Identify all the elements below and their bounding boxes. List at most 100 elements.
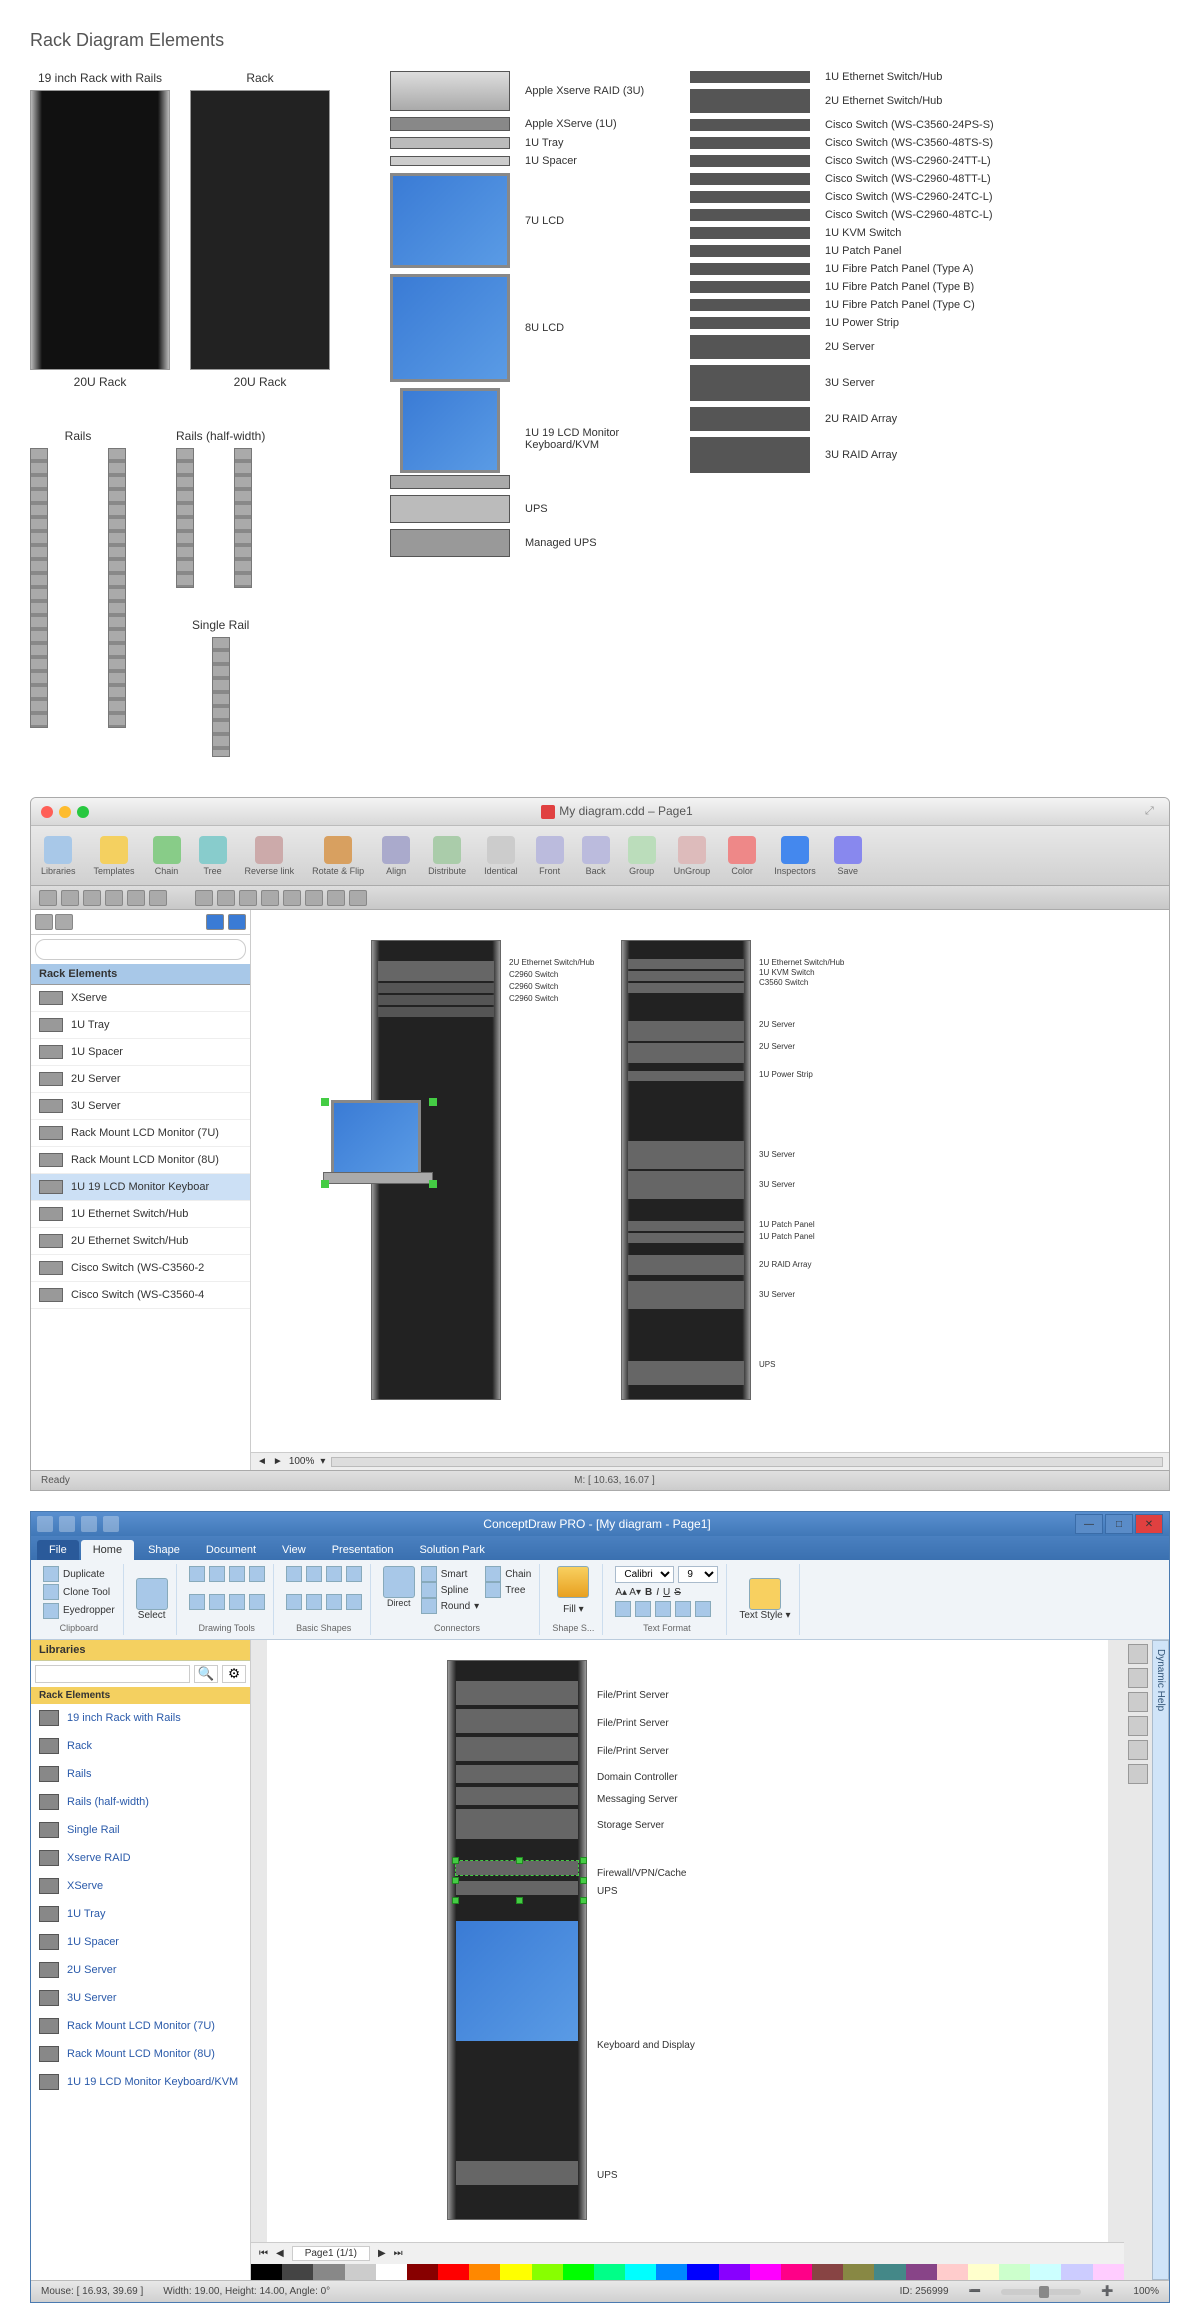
chain-icon[interactable]: [485, 1566, 501, 1582]
search-button[interactable]: 🔍: [194, 1665, 218, 1683]
shape-icon[interactable]: [229, 1594, 245, 1610]
sidebar-item[interactable]: Rack Mount LCD Monitor (7U): [31, 1120, 250, 1147]
color-swatch[interactable]: [625, 2264, 656, 2280]
tool-icon[interactable]: [149, 890, 167, 906]
shape-icon[interactable]: [326, 1566, 342, 1582]
color-swatch[interactable]: [282, 2264, 313, 2280]
duplicate-icon[interactable]: [43, 1566, 59, 1582]
shape-icon[interactable]: [209, 1594, 225, 1610]
shape-icon[interactable]: [286, 1594, 302, 1610]
toolbar-ungroup-icon[interactable]: [678, 836, 706, 864]
fullscreen-icon[interactable]: ⤢: [1145, 805, 1159, 819]
tool-icon[interactable]: [1128, 1764, 1148, 1784]
sidebar-item[interactable]: 1U Ethernet Switch/Hub: [31, 1201, 250, 1228]
library-search[interactable]: [35, 1665, 190, 1683]
eyedropper-icon[interactable]: [43, 1603, 59, 1619]
toolbar-reverselink-icon[interactable]: [255, 836, 283, 864]
list-icon[interactable]: [206, 914, 224, 930]
tool-icon[interactable]: [327, 890, 345, 906]
tool-icon[interactable]: [305, 890, 323, 906]
close-button[interactable]: ✕: [1135, 1514, 1163, 1534]
toolbar-libraries-icon[interactable]: [44, 836, 72, 864]
panel-icon[interactable]: [55, 914, 73, 930]
tool-icon[interactable]: [127, 890, 145, 906]
color-swatch[interactable]: [656, 2264, 687, 2280]
sidebar-item[interactable]: 1U 19 LCD Monitor Keyboar: [31, 1174, 250, 1201]
sidebar-item[interactable]: 1U Spacer: [31, 1039, 250, 1066]
shape-icon[interactable]: [229, 1566, 245, 1582]
toolbar-color-icon[interactable]: [728, 836, 756, 864]
toolbar-front-icon[interactable]: [536, 836, 564, 864]
tab-home[interactable]: Home: [81, 1540, 134, 1560]
color-swatch[interactable]: [1030, 2264, 1061, 2280]
tab-document[interactable]: Document: [194, 1540, 268, 1560]
align-icon[interactable]: [655, 1601, 671, 1617]
library-item[interactable]: 1U Spacer: [31, 1928, 250, 1956]
tool-icon[interactable]: [61, 890, 79, 906]
tool-icon[interactable]: [195, 890, 213, 906]
sidebar-item[interactable]: 3U Server: [31, 1093, 250, 1120]
library-item[interactable]: 3U Server: [31, 1984, 250, 2012]
shape-icon[interactable]: [326, 1594, 342, 1610]
color-swatch[interactable]: [500, 2264, 531, 2280]
color-swatch[interactable]: [812, 2264, 843, 2280]
color-swatch[interactable]: [563, 2264, 594, 2280]
color-swatch[interactable]: [687, 2264, 718, 2280]
toolbar-chain-icon[interactable]: [153, 836, 181, 864]
color-swatch[interactable]: [906, 2264, 937, 2280]
shape-icon[interactable]: [346, 1566, 362, 1582]
page-indicator[interactable]: Page1 (1/1): [292, 2246, 370, 2261]
tab-shape[interactable]: Shape: [136, 1540, 192, 1560]
dynamic-help-tab[interactable]: Dynamic Help: [1152, 1640, 1169, 2280]
tool-icon[interactable]: [83, 890, 101, 906]
sidebar-item[interactable]: 2U Ethernet Switch/Hub: [31, 1228, 250, 1255]
save-icon[interactable]: [59, 1516, 75, 1532]
color-swatch[interactable]: [750, 2264, 781, 2280]
tree-icon[interactable]: [485, 1582, 501, 1598]
sidebar-item[interactable]: Cisco Switch (WS-C3560-2: [31, 1255, 250, 1282]
library-item[interactable]: XServe: [31, 1872, 250, 1900]
color-swatch[interactable]: [999, 2264, 1030, 2280]
color-swatch[interactable]: [874, 2264, 905, 2280]
zoom-out[interactable]: ➖: [969, 2286, 981, 2297]
shape-icon[interactable]: [249, 1566, 265, 1582]
tool-icon[interactable]: [1128, 1644, 1148, 1664]
tool-icon[interactable]: [1128, 1716, 1148, 1736]
shape-icon[interactable]: [346, 1594, 362, 1610]
tool-icon[interactable]: [39, 890, 57, 906]
library-item[interactable]: Xserve RAID: [31, 1844, 250, 1872]
minimize-button[interactable]: —: [1075, 1514, 1103, 1534]
library-item[interactable]: Rails (half-width): [31, 1788, 250, 1816]
color-swatch[interactable]: [719, 2264, 750, 2280]
color-swatch[interactable]: [594, 2264, 625, 2280]
shape-icon[interactable]: [209, 1566, 225, 1582]
fill-icon[interactable]: [557, 1566, 589, 1598]
zoom-in[interactable]: ➕: [1101, 2286, 1113, 2297]
tool-icon[interactable]: [349, 890, 367, 906]
tab-solutionpark[interactable]: Solution Park: [407, 1540, 496, 1560]
color-swatch[interactable]: [469, 2264, 500, 2280]
tab-presentation[interactable]: Presentation: [320, 1540, 406, 1560]
library-item[interactable]: Rails: [31, 1760, 250, 1788]
clone-icon[interactable]: [43, 1584, 59, 1600]
tab-file[interactable]: File: [37, 1540, 79, 1560]
color-swatch[interactable]: [407, 2264, 438, 2280]
align-icon[interactable]: [635, 1601, 651, 1617]
tool-icon[interactable]: [105, 890, 123, 906]
canvas[interactable]: File/Print ServerFile/Print ServerFile/P…: [251, 1640, 1124, 2242]
toolbar-rotateflip-icon[interactable]: [324, 836, 352, 864]
smart-icon[interactable]: [421, 1566, 437, 1582]
align-icon[interactable]: [615, 1601, 631, 1617]
close-button[interactable]: [41, 806, 53, 818]
redo-icon[interactable]: [103, 1516, 119, 1532]
toolbar-back-icon[interactable]: [582, 836, 610, 864]
undo-icon[interactable]: [81, 1516, 97, 1532]
search-input[interactable]: [35, 939, 246, 960]
library-item[interactable]: 19 inch Rack with Rails: [31, 1704, 250, 1732]
toolbar-save-icon[interactable]: [834, 836, 862, 864]
library-item[interactable]: Rack Mount LCD Monitor (8U): [31, 2040, 250, 2068]
toolbar-templates-icon[interactable]: [100, 836, 128, 864]
shape-icon[interactable]: [249, 1594, 265, 1610]
spline-icon[interactable]: [421, 1582, 437, 1598]
select-tool[interactable]: [136, 1578, 168, 1610]
